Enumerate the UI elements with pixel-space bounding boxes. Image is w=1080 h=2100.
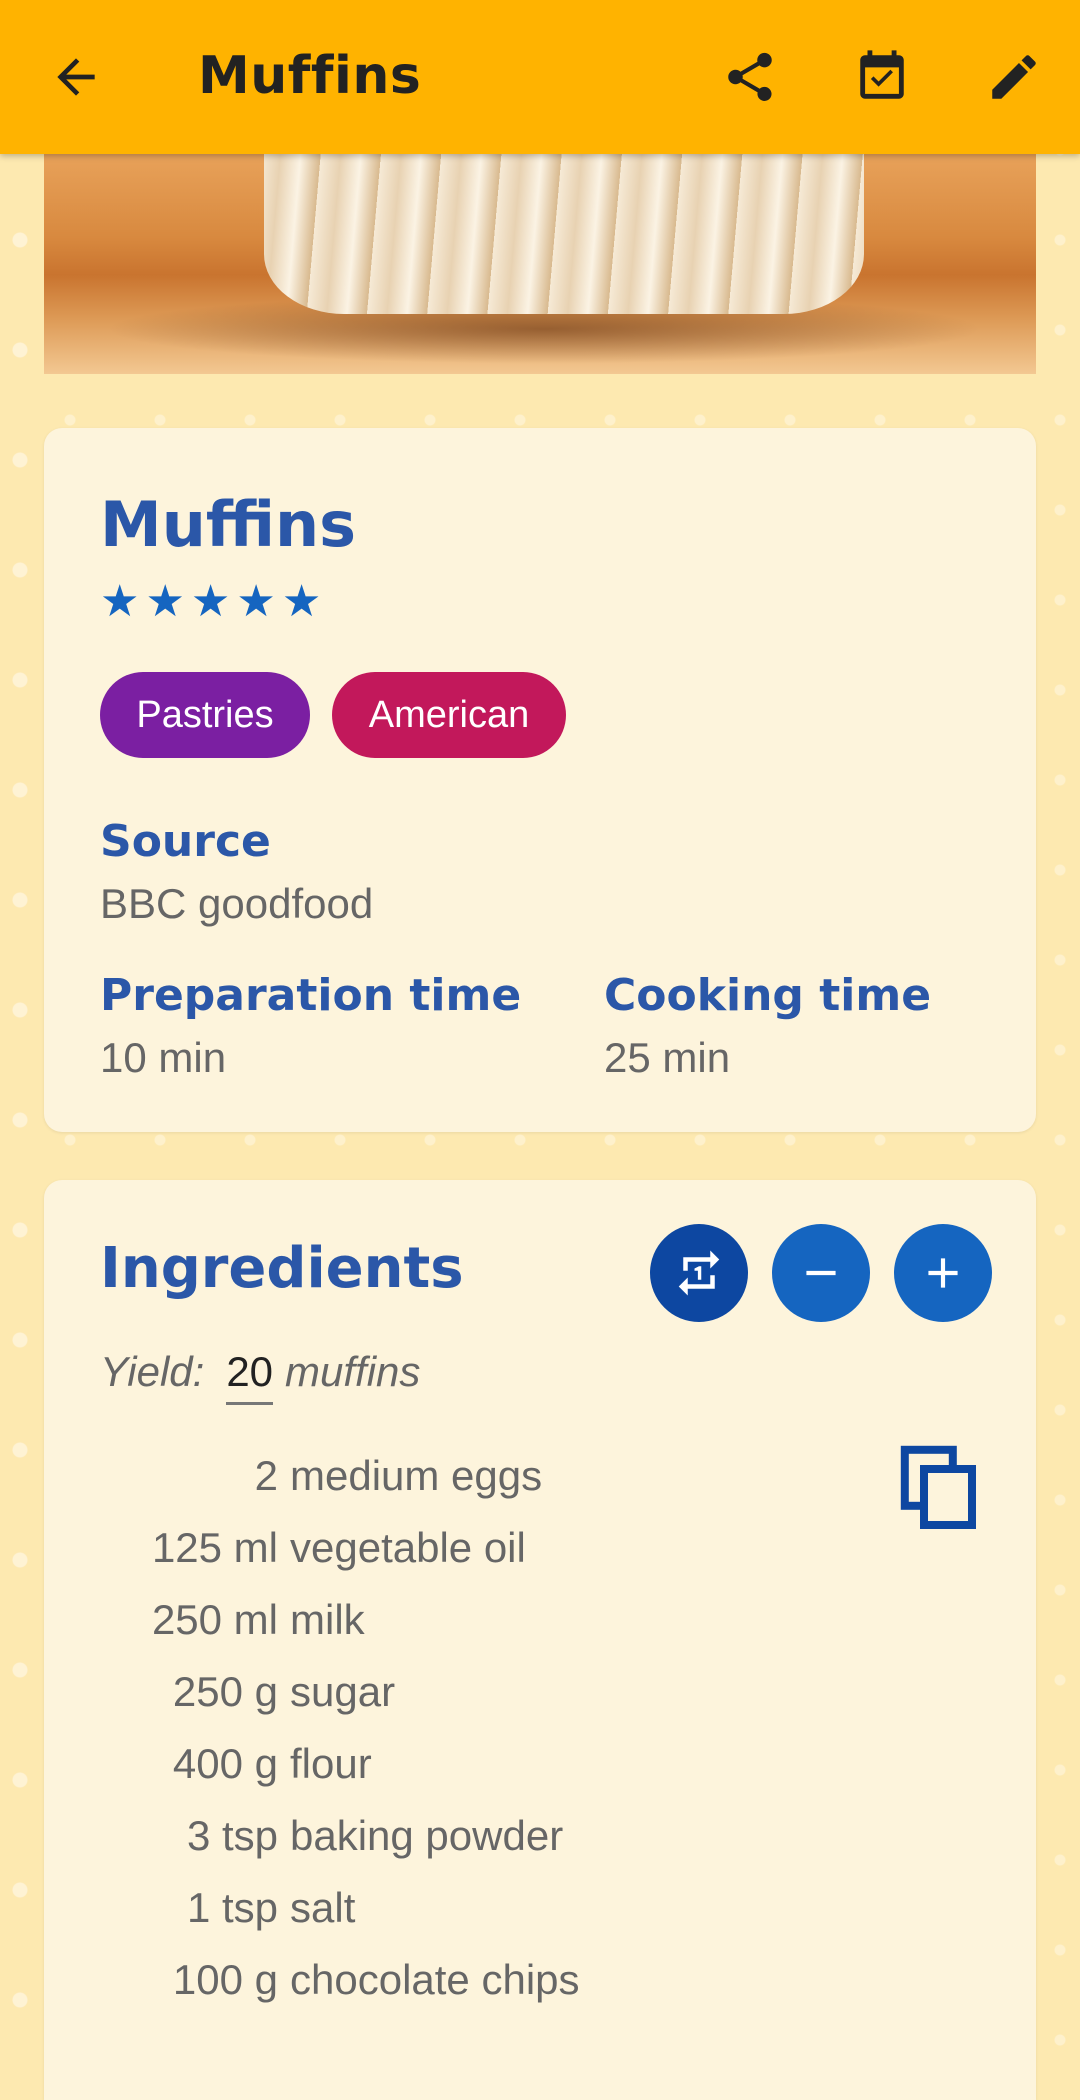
copy-ingredients-button[interactable] (900, 1444, 980, 1534)
share-icon (728, 52, 772, 101)
repeat-one-icon (678, 1250, 720, 1296)
list-item: 400 g flour (172, 1740, 372, 1787)
list-item: 100 g chocolate chips (172, 1956, 580, 2003)
prep-time-value: 10 min (100, 1034, 227, 1081)
copy-icon (900, 1445, 976, 1529)
list-item: 1 tsp salt (186, 1884, 356, 1931)
list-item: 250 ml milk (151, 1596, 365, 1643)
star-icon: ★ (145, 577, 185, 626)
tag-chip-american[interactable]: American (332, 672, 566, 758)
calendar-check-icon (860, 50, 904, 99)
arrow-back-icon (57, 58, 95, 96)
yield-row: Yield: 20 muffins (100, 1348, 420, 1405)
recipe-info-card: Muffins ★ ★ ★ ★ ★ Pastries American Sour… (44, 428, 1036, 1132)
yield-input[interactable]: 20 (226, 1348, 274, 1405)
list-item: 125 ml vegetable oil (151, 1524, 526, 1571)
star-icon: ★ (236, 577, 276, 626)
app-bar: Muffins (0, 0, 1080, 154)
pencil-icon (992, 55, 1036, 99)
ingredients-card: Ingredients Yield: 20 muffins 2 medium eg… (44, 1180, 1036, 2100)
rating-stars: ★ ★ ★ ★ ★ (100, 580, 321, 624)
increase-yield-button[interactable] (894, 1224, 992, 1322)
source-label: Source (100, 816, 271, 867)
recipe-title: Muffins (100, 488, 357, 561)
share-button[interactable] (710, 37, 790, 117)
cook-time-label: Cooking time (604, 970, 932, 1021)
ingredients-title: Ingredients (100, 1236, 464, 1301)
star-icon: ★ (100, 577, 140, 626)
star-icon: ★ (190, 577, 231, 626)
edit-button[interactable] (974, 37, 1054, 117)
list-item: 250 g sugar (172, 1668, 396, 1715)
prep-time-label: Preparation time (100, 970, 522, 1021)
star-icon: ★ (281, 577, 322, 626)
minus-icon (806, 1270, 836, 1276)
app-bar-title: Muffins (198, 46, 422, 106)
plus-icon (928, 1258, 958, 1288)
list-item: 2 medium eggs (254, 1452, 543, 1499)
yield-label: Yield: (100, 1348, 205, 1395)
ingredient-list: 2 medium eggs 125 ml vegetable oil 250 ml m… (100, 1440, 900, 2016)
decrease-yield-button[interactable] (772, 1224, 870, 1322)
recipe-photo (44, 154, 1036, 374)
list-item: 3 tsp baking powder (186, 1812, 564, 1859)
cook-time-value: 25 min (604, 1034, 731, 1081)
scale-servings-button[interactable] (650, 1224, 748, 1322)
yield-unit: muffins (285, 1348, 421, 1395)
back-button[interactable] (36, 37, 116, 117)
tag-chip-pastries[interactable]: Pastries (100, 672, 310, 758)
add-to-calendar-button[interactable] (842, 37, 922, 117)
source-value: BBC goodfood (100, 880, 374, 927)
